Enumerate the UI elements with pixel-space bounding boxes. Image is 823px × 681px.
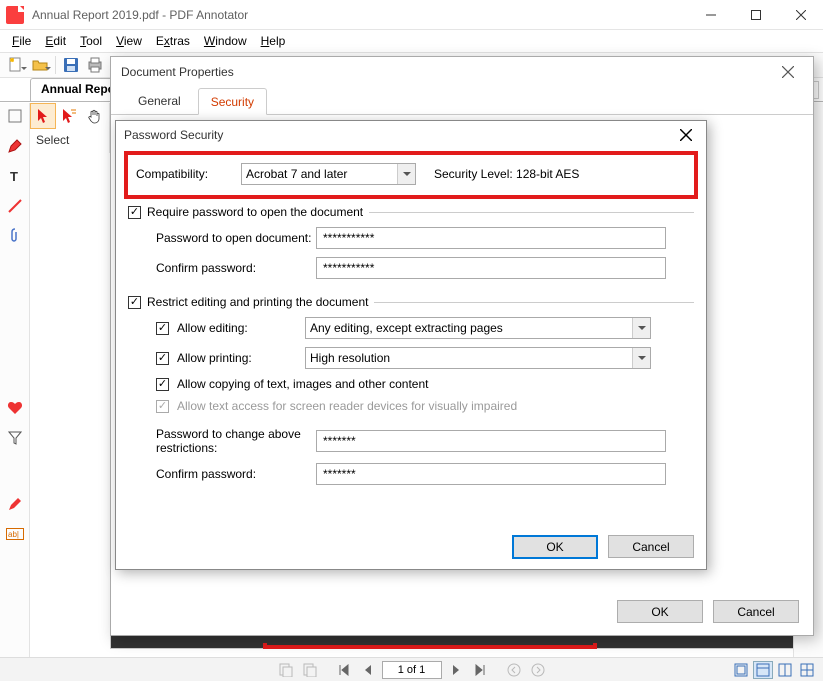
docprops-ok-button[interactable]: OK <box>617 600 703 623</box>
tool-tray: Select <box>30 103 110 153</box>
tool-tray-label: Select <box>30 129 109 153</box>
maximize-button[interactable] <box>733 0 778 30</box>
menu-edit[interactable]: Edit <box>39 32 72 50</box>
change-confirm-input[interactable]: ******* <box>316 463 666 485</box>
layout2-button[interactable] <box>753 661 773 679</box>
text-tool-icon[interactable]: T <box>6 167 24 185</box>
restrict-checkbox[interactable] <box>128 296 141 309</box>
print-button[interactable] <box>83 54 107 76</box>
left-sidebar: T ab| <box>0 103 30 657</box>
security-cancel-button[interactable]: Cancel <box>608 535 694 558</box>
change-password-input[interactable]: ******* <box>316 430 666 452</box>
allow-printing-value: High resolution <box>310 351 390 365</box>
screen-reader-checkbox <box>156 400 169 413</box>
require-open-checkbox[interactable] <box>128 206 141 219</box>
chevron-down-icon <box>397 164 415 184</box>
allow-editing-value: Any editing, except extracting pages <box>310 321 503 335</box>
security-level-label: Security Level: 128-bit AES <box>434 167 579 181</box>
textbox-tool-icon[interactable]: ab| <box>6 525 24 543</box>
new-doc-button[interactable] <box>4 54 28 76</box>
titlebar: Annual Report 2019.pdf - PDF Annotator <box>0 0 823 30</box>
dialog-close-button[interactable] <box>674 129 698 141</box>
svg-text:T: T <box>10 169 18 183</box>
filter-tool-icon[interactable] <box>6 429 24 447</box>
app-logo-icon <box>6 6 24 24</box>
close-button[interactable] <box>778 0 823 30</box>
cursor-alt-tool-button[interactable] <box>56 103 82 129</box>
menubar: File Edit Tool View Extras Window Help <box>0 30 823 52</box>
compatibility-value: Acrobat 7 and later <box>246 167 347 181</box>
menu-file[interactable]: File <box>6 32 37 50</box>
change-confirm-label: Confirm password: <box>156 467 316 481</box>
docprops-cancel-button[interactable]: Cancel <box>713 600 799 623</box>
screen-reader-label: Allow text access for screen reader devi… <box>177 399 517 413</box>
change-password-label: Password to change above restrictions: <box>156 427 316 455</box>
pen-tool-icon[interactable] <box>6 137 24 155</box>
dialog-title: Document Properties <box>121 65 234 79</box>
minimize-button[interactable] <box>688 0 733 30</box>
edit-tool-icon[interactable] <box>6 495 24 513</box>
layout1-button[interactable] <box>731 661 751 679</box>
allow-printing-checkbox[interactable] <box>156 352 169 365</box>
cursor-tool-button[interactable] <box>30 103 56 129</box>
save-button[interactable] <box>59 54 83 76</box>
statusbar: 1 of 1 <box>0 657 823 681</box>
page-indicator[interactable]: 1 of 1 <box>382 661 442 679</box>
compatibility-highlight: Compatibility: Acrobat 7 and later Secur… <box>124 151 698 199</box>
tab-general[interactable]: General <box>125 87 194 114</box>
restrict-label: Restrict editing and printing the docume… <box>147 295 368 309</box>
next-page-button[interactable] <box>446 661 466 679</box>
svg-text:ab|: ab| <box>8 530 19 539</box>
open-button[interactable] <box>28 54 52 76</box>
compatibility-label: Compatibility: <box>136 167 231 181</box>
chevron-down-icon <box>632 318 650 338</box>
hand-tool-button[interactable] <box>82 103 108 129</box>
allow-printing-combo[interactable]: High resolution <box>305 347 651 369</box>
open-confirm-input[interactable]: *********** <box>316 257 666 279</box>
compatibility-combo[interactable]: Acrobat 7 and later <box>241 163 416 185</box>
tab-security[interactable]: Security <box>198 88 267 115</box>
layout4-button[interactable] <box>797 661 817 679</box>
menu-tool[interactable]: Tool <box>74 32 108 50</box>
allow-copy-checkbox[interactable] <box>156 378 169 391</box>
chevron-down-icon <box>632 348 650 368</box>
line-tool-icon[interactable] <box>6 197 24 215</box>
window-title: Annual Report 2019.pdf - PDF Annotator <box>30 8 688 22</box>
attach-tool-icon[interactable] <box>6 227 24 245</box>
favorite-tool-icon[interactable] <box>6 399 24 417</box>
nav-fwd-button[interactable] <box>528 661 548 679</box>
last-page-button[interactable] <box>470 661 490 679</box>
require-open-label: Require password to open the document <box>147 205 363 219</box>
open-password-label: Password to open document: <box>156 231 316 245</box>
snapshot2-button[interactable] <box>300 661 320 679</box>
password-security-dialog: Password Security Compatibility: Acrobat… <box>115 120 707 570</box>
allow-copy-label: Allow copying of text, images and other … <box>177 377 428 391</box>
snapshot-button[interactable] <box>276 661 296 679</box>
allow-editing-combo[interactable]: Any editing, except extracting pages <box>305 317 651 339</box>
dialog-close-button[interactable] <box>773 66 803 78</box>
layout3-button[interactable] <box>775 661 795 679</box>
open-password-input[interactable]: *********** <box>316 227 666 249</box>
prev-page-button[interactable] <box>358 661 378 679</box>
allow-printing-label: Allow printing: <box>177 351 297 365</box>
menu-window[interactable]: Window <box>198 32 253 50</box>
nav-back-button[interactable] <box>504 661 524 679</box>
first-page-button[interactable] <box>334 661 354 679</box>
menu-help[interactable]: Help <box>255 32 292 50</box>
menu-view[interactable]: View <box>110 32 148 50</box>
menu-extras[interactable]: Extras <box>150 32 196 50</box>
highlight-marker-icon <box>263 643 597 649</box>
allow-editing-checkbox[interactable] <box>156 322 169 335</box>
dialog-title: Password Security <box>124 128 223 142</box>
open-confirm-label: Confirm password: <box>156 261 316 275</box>
security-ok-button[interactable]: OK <box>512 535 598 559</box>
allow-editing-label: Allow editing: <box>177 321 297 335</box>
checkbox-tool-icon[interactable] <box>6 107 24 125</box>
